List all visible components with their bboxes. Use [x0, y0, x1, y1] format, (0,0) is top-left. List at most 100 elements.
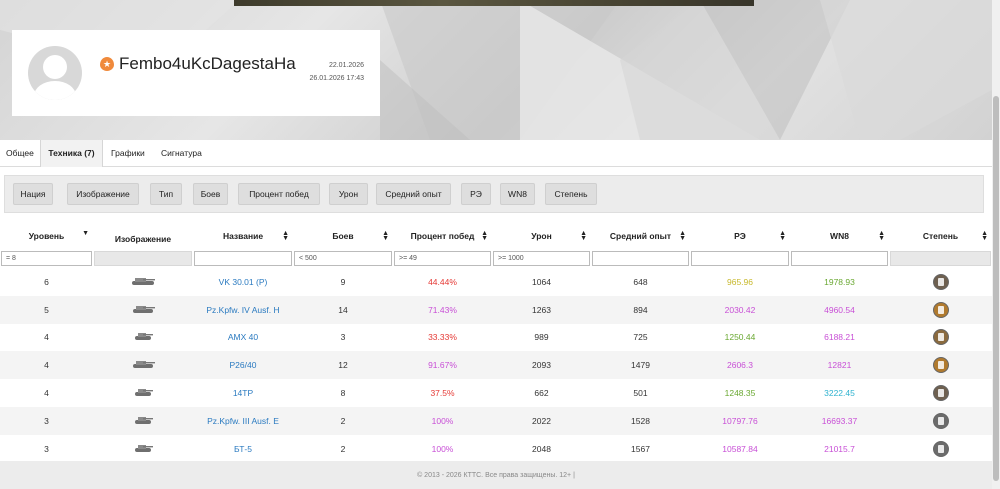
cell-re: 10587.84 [722, 443, 758, 454]
sort-icon: ▲ ▼ [481, 230, 488, 242]
tab-general[interactable]: Общее [2, 140, 38, 167]
vehicle-link[interactable]: Pz.Kpfw. IV Ausf. H [206, 305, 279, 315]
cell-winrate: 100% [431, 443, 454, 454]
cell-level: 3 [0, 406, 93, 435]
vehicle-link[interactable]: P26/40 [230, 360, 257, 370]
last-battle-date: 26.01.2026 17:43 [309, 75, 365, 82]
cell-wn8: 4960.54 [790, 295, 889, 324]
toggle-avg-xp-button[interactable]: Средний опыт [376, 183, 451, 205]
cell-damage: 1064 [532, 276, 551, 287]
cell-name[interactable]: VK 30.01 (P) [193, 268, 293, 296]
header-name[interactable]: Название ▲ ▼ [193, 224, 293, 248]
table-row: 5 Pz.Kpfw. IV Ausf. H 14 71.43% 1263 894 2030.… [0, 295, 992, 324]
cell-winrate: 91.67% [393, 351, 492, 380]
cell-image [93, 268, 193, 296]
cell-avg-xp: 1567 [631, 443, 650, 454]
tab-signature[interactable]: Сигнатура [157, 140, 206, 167]
filter-re-input[interactable] [691, 250, 789, 266]
tab-vehicles[interactable]: Техника (7) [40, 140, 103, 167]
cell-re: 10797.76 [690, 406, 790, 435]
vehicle-link[interactable]: AMX 40 [228, 332, 258, 342]
mastery-badge-icon [932, 412, 949, 429]
filter-battles-input[interactable] [294, 250, 392, 266]
header-re[interactable]: РЭ ▲ ▼ [690, 224, 790, 248]
header-level[interactable]: Уровень ▼ [0, 224, 93, 248]
cell-name[interactable]: 14TP [193, 379, 293, 407]
cell-winrate: 100% [393, 406, 492, 435]
header-battles[interactable]: Боев ▲ ▼ [293, 224, 393, 248]
header-winrate[interactable]: Процент побед ▲ ▼ [393, 224, 492, 248]
sort-icon: ▲ ▼ [282, 230, 289, 242]
toggle-type-button[interactable]: Тип [150, 183, 182, 205]
cell-wn8: 16693.37 [790, 406, 889, 435]
cell-level: 4 [0, 351, 93, 380]
sort-icon: ▲ ▼ [382, 230, 389, 242]
sort-desc-icon: ▼ [82, 230, 89, 237]
tab-charts[interactable]: Графики [107, 140, 149, 167]
mastery-badge-icon [932, 357, 949, 374]
cell-name[interactable]: Pz.Kpfw. IV Ausf. H [193, 295, 293, 324]
table-row: 4 AMX 40 3 33.33% 989 725 1250.44 6188.21 [0, 324, 992, 352]
cell-image [93, 295, 193, 324]
cell-damage: 662 [534, 388, 549, 399]
cell-name[interactable]: AMX 40 [193, 324, 293, 352]
vehicle-link[interactable]: 14TP [233, 388, 253, 398]
cell-winrate: 71.43% [393, 295, 492, 324]
vehicle-link[interactable]: БТ-5 [234, 444, 252, 454]
toggle-battles-button[interactable]: Боев [193, 183, 228, 205]
cell-re: 2030.42 [690, 295, 790, 324]
header-avg-xp[interactable]: Средний опыт ▲ ▼ [591, 224, 690, 248]
header-mastery[interactable]: Степень ▲ ▼ [889, 224, 992, 248]
filter-name-input[interactable] [194, 250, 292, 266]
toggle-re-button[interactable]: РЭ [461, 183, 491, 205]
banner-image-strip [234, 0, 754, 6]
sort-icon: ▲ ▼ [981, 230, 988, 242]
filter-wn8-input[interactable] [791, 250, 888, 266]
table-row: 3 БТ-5 2 100% 2048 1567 10587.84 21015.7 [0, 435, 992, 463]
cell-re: 1248.35 [724, 388, 756, 399]
mastery-badge-icon [932, 273, 949, 290]
toggle-damage-button[interactable]: Урон [329, 183, 368, 205]
toggle-mastery-button[interactable]: Степень [545, 183, 597, 205]
vehicle-link[interactable]: Pz.Kpfw. III Ausf. E [207, 416, 279, 426]
scrollbar-thumb[interactable] [993, 96, 999, 481]
filter-avg-xp-input[interactable] [592, 250, 689, 266]
toggle-wn8-button[interactable]: WN8 [500, 183, 535, 205]
header-damage[interactable]: Урон ▲ ▼ [492, 224, 591, 248]
medium-tank-icon [133, 361, 155, 369]
toggle-nation-button[interactable]: Нация [13, 183, 53, 205]
light-tank-icon [135, 444, 153, 452]
filter-level-input[interactable] [1, 250, 92, 266]
header-wn8[interactable]: WN8 ▲ ▼ [790, 224, 889, 248]
star-badge-icon: ★ [100, 57, 114, 71]
light-tank-icon [135, 416, 153, 424]
profile-banner: ★ Fembo4uKcDagestaHa 22.01.2026 26.01.20… [0, 0, 992, 140]
cell-name[interactable]: Pz.Kpfw. III Ausf. E [193, 406, 293, 435]
table-row: 4 14TP 8 37.5% 662 501 1248.35 3222.45 [0, 379, 992, 407]
cell-image [93, 435, 193, 463]
footer: © 2013 - 2026 КТТС. Все права защищены. … [0, 461, 992, 489]
cell-winrate: 44.44% [428, 276, 457, 287]
cell-name[interactable]: БТ-5 [193, 435, 293, 463]
toggle-winrate-button[interactable]: Процент побед [238, 183, 320, 205]
cell-image [93, 406, 193, 435]
cell-name[interactable]: P26/40 [193, 351, 293, 380]
cell-battles: 14 [293, 295, 393, 324]
vehicle-link[interactable]: VK 30.01 (P) [219, 277, 268, 287]
filter-damage-input[interactable] [493, 250, 590, 266]
cell-avg-xp: 501 [633, 388, 648, 399]
cell-mastery [889, 435, 992, 463]
cell-wn8: 1978.93 [824, 276, 855, 287]
cell-damage: 1263 [492, 295, 591, 324]
heavy-tank-icon [132, 277, 155, 285]
page-scrollbar[interactable] [992, 0, 1000, 489]
sort-icon: ▲ ▼ [878, 230, 885, 242]
mastery-badge-icon [932, 301, 949, 318]
cell-battles: 12 [293, 351, 393, 380]
toggle-image-button[interactable]: Изображение [67, 183, 139, 205]
mastery-badge-icon [932, 385, 949, 402]
cell-avg-xp: 1528 [591, 406, 690, 435]
cell-avg-xp: 894 [591, 295, 690, 324]
cell-damage: 989 [534, 332, 549, 343]
filter-winrate-input[interactable] [394, 250, 491, 266]
